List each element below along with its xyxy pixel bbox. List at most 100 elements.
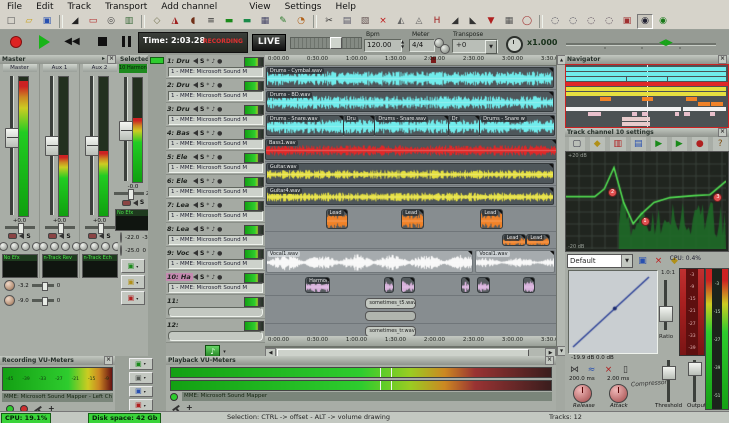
zoom-slider-thumb[interactable] bbox=[329, 37, 342, 49]
panel-splitter[interactable] bbox=[148, 55, 167, 356]
audio-clip[interactable]: Drums - Cymbal.wav bbox=[265, 67, 555, 88]
audio-clip[interactable]: Lead bbox=[325, 209, 348, 229]
close-icon[interactable]: × bbox=[718, 55, 727, 64]
timeline-ruler-bottom[interactable]: 0:00.00 0:30.00 1:00.00 1:30.00 2:00.00 2:30.… bbox=[265, 336, 562, 347]
track-record-icon[interactable]: ▣ ▾ bbox=[121, 291, 145, 305]
mute-led-icon[interactable] bbox=[8, 233, 18, 240]
fader-track[interactable] bbox=[45, 76, 60, 215]
send-knob[interactable] bbox=[9, 241, 19, 251]
efx-box[interactable]: n-Track Ech bbox=[81, 253, 118, 278]
strip-name-tab[interactable]: Aux 1 bbox=[42, 64, 77, 72]
pan-slider[interactable] bbox=[113, 189, 144, 200]
send-knob[interactable] bbox=[100, 241, 110, 251]
navigator-minimap[interactable] bbox=[565, 64, 729, 128]
clip-body[interactable] bbox=[365, 311, 417, 321]
speaker-icon[interactable] bbox=[59, 233, 65, 240]
channel-eq-icon[interactable]: ▥ bbox=[610, 136, 626, 152]
channel-window-icon[interactable]: ▢ bbox=[569, 136, 585, 152]
stamp-b-icon[interactable]: ◬ bbox=[411, 14, 427, 29]
star-icon[interactable]: * bbox=[206, 154, 209, 161]
track-row[interactable]: 2: Dru S * ♪ ● 1 - MME: Microsoft Sound M bbox=[166, 79, 265, 103]
track-device-label[interactable]: 1 - MME: Microsoft Sound M bbox=[168, 163, 263, 173]
transpose-select[interactable]: +0 ▼ bbox=[452, 39, 498, 54]
microphone-icon[interactable]: ◎ bbox=[103, 14, 119, 29]
open-file-icon[interactable]: ▱ bbox=[21, 14, 37, 29]
speaker-icon[interactable] bbox=[193, 154, 198, 160]
note-icon[interactable]: ♪ bbox=[211, 58, 215, 65]
dropdown-arrow-icon[interactable]: ▾ bbox=[144, 361, 146, 366]
note-icon[interactable]: ♪ bbox=[211, 178, 215, 185]
fader-track[interactable] bbox=[85, 76, 100, 215]
note-icon[interactable]: ♪ bbox=[211, 154, 215, 161]
metronome-icon[interactable]: ◮ bbox=[167, 14, 183, 29]
pan-slider[interactable] bbox=[44, 222, 75, 234]
plugin-icon[interactable]: ◇ bbox=[149, 14, 165, 29]
audio-clip[interactable] bbox=[401, 277, 415, 293]
channel-send-2-icon[interactable]: ▶ bbox=[671, 136, 687, 152]
audio-clip[interactable]: Lead bbox=[526, 234, 550, 246]
save-preset-icon[interactable]: ▣ bbox=[636, 255, 649, 268]
pan-slider[interactable] bbox=[4, 222, 35, 234]
pause-button[interactable] bbox=[116, 34, 136, 50]
track-row[interactable]: 4: Bas S * ♪ ● 1 - MME: Microsoft Sound M bbox=[166, 127, 265, 151]
mute-led-icon[interactable] bbox=[88, 233, 98, 240]
selected-efx-box[interactable]: No Efx bbox=[115, 209, 151, 231]
audio-clip[interactable]: Drums - BD.wav bbox=[265, 91, 555, 112]
track-row[interactable]: 1: Dru S * ♪ ● 1 - MME: Microsoft Sound M bbox=[166, 55, 265, 79]
speaker-icon[interactable] bbox=[19, 233, 25, 240]
pan-thumb[interactable] bbox=[98, 222, 105, 234]
audio-clip[interactable] bbox=[460, 277, 471, 293]
attack-knob[interactable] bbox=[609, 384, 628, 403]
send-pan-thumb[interactable] bbox=[41, 282, 48, 291]
monitor-record-icon[interactable]: ▣ ▾ bbox=[128, 358, 153, 370]
solo-button[interactable]: S bbox=[200, 58, 204, 65]
audio-clip[interactable]: Lead bbox=[502, 234, 526, 246]
track-name[interactable]: 11: bbox=[166, 297, 193, 305]
track-device-label[interactable]: 1 - MME: Microsoft Sound M bbox=[168, 187, 263, 197]
solo-button[interactable]: S bbox=[200, 202, 204, 209]
release-knob[interactable] bbox=[573, 384, 592, 403]
star-icon[interactable]: * bbox=[206, 106, 209, 113]
pan-slider[interactable] bbox=[84, 222, 115, 234]
star-icon[interactable]: * bbox=[206, 250, 209, 257]
send-knob[interactable] bbox=[4, 280, 15, 291]
audio-clip[interactable]: Vocal1.wav bbox=[475, 250, 555, 273]
track-row[interactable]: 7: Lea S * ♪ ● 1 - MME: Microsoft Sound M bbox=[166, 199, 265, 223]
monitor-midi-icon[interactable]: ▣ ▾ bbox=[128, 371, 153, 384]
track-device-label[interactable]: 1 - MME: Microsoft Sound M bbox=[168, 259, 263, 269]
send-knob[interactable] bbox=[38, 241, 48, 251]
audio-clip[interactable]: Drums - Snare.wav bbox=[374, 115, 449, 136]
track-name[interactable]: 7: Lea bbox=[166, 201, 193, 209]
send-pan-thumb[interactable] bbox=[41, 297, 48, 306]
track-name[interactable]: 1: Dru bbox=[166, 57, 193, 65]
compressor-graph[interactable] bbox=[568, 270, 658, 354]
audio-clip[interactable]: Guitar.wav bbox=[265, 163, 555, 184]
strip-name-tab[interactable]: Aux 2 bbox=[82, 64, 117, 72]
speaker-icon[interactable] bbox=[193, 226, 198, 232]
channel-doc-icon[interactable]: ▤ bbox=[630, 136, 646, 152]
monitor-audio-icon[interactable]: ▣ ▾ bbox=[128, 385, 153, 398]
solo-button[interactable]: S bbox=[200, 82, 204, 89]
dot-icon[interactable]: ● bbox=[217, 274, 222, 281]
preset-dropdown-icon[interactable]: ▼ bbox=[621, 255, 632, 267]
track-name[interactable]: 5: Ele bbox=[166, 153, 193, 161]
channel-send-1-icon[interactable]: ▶ bbox=[651, 136, 667, 152]
send-knob[interactable] bbox=[20, 241, 30, 251]
menu-item-track[interactable]: Track bbox=[61, 2, 99, 12]
send-knob[interactable] bbox=[120, 245, 123, 256]
track-name[interactable]: 9: Voc bbox=[166, 249, 193, 257]
note-icon[interactable]: ♪ bbox=[211, 202, 215, 209]
send-knob[interactable] bbox=[4, 295, 15, 306]
delete-preset-icon[interactable]: × bbox=[652, 255, 665, 268]
track-row[interactable]: 10: Ha S * ♪ ● 1 - MME: Microsoft Sound M bbox=[166, 271, 265, 295]
dot-icon[interactable]: ● bbox=[217, 250, 222, 257]
add-audio-track-icon[interactable]: ▬ bbox=[221, 14, 237, 29]
track-name[interactable]: 4: Bas bbox=[166, 129, 193, 137]
track-device-label[interactable] bbox=[168, 331, 263, 341]
selected-track-label[interactable]: 10 Harmony1 bbox=[119, 64, 147, 73]
input-levels-icon[interactable]: ▥ bbox=[121, 14, 137, 29]
track-name[interactable]: 12: bbox=[166, 321, 193, 329]
send-knob[interactable] bbox=[60, 241, 70, 251]
zoom-tracks-icon[interactable]: ◌ bbox=[601, 14, 617, 29]
star-icon[interactable]: * bbox=[206, 274, 209, 281]
